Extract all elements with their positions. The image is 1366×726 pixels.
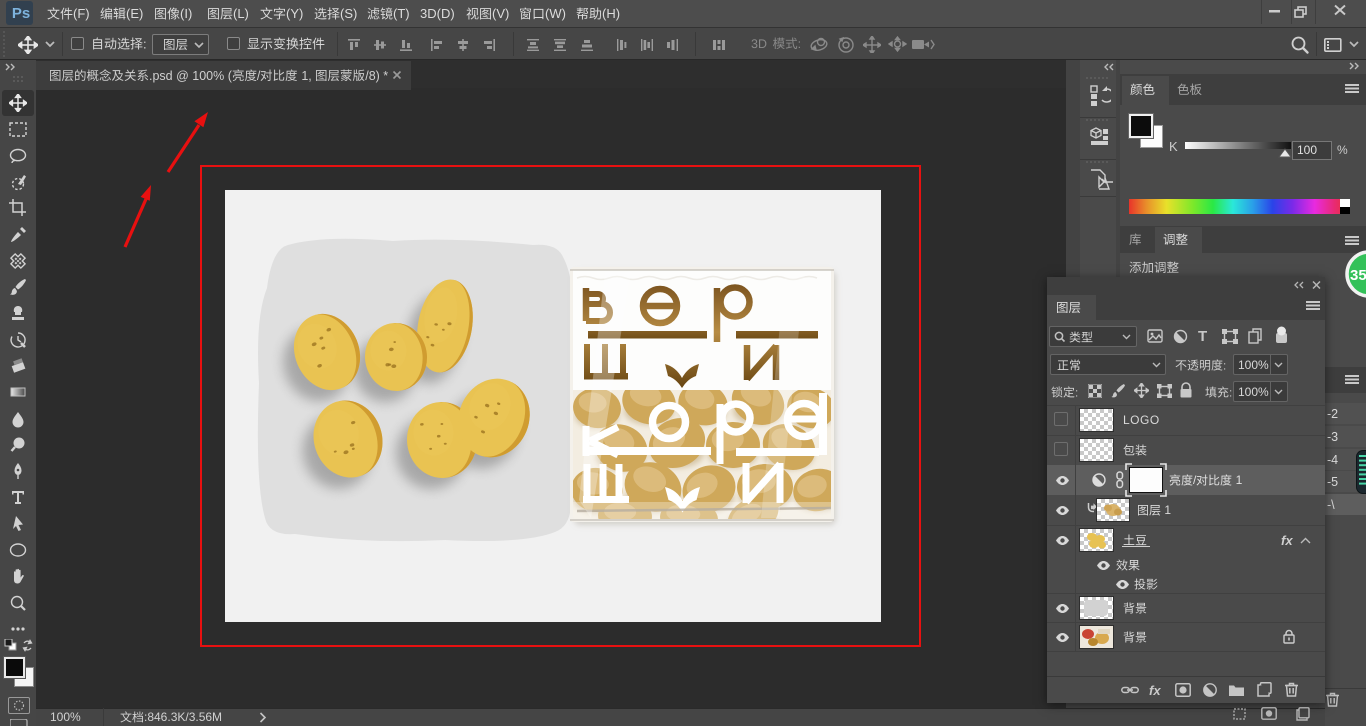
svg-text:35: 35: [1350, 267, 1366, 284]
